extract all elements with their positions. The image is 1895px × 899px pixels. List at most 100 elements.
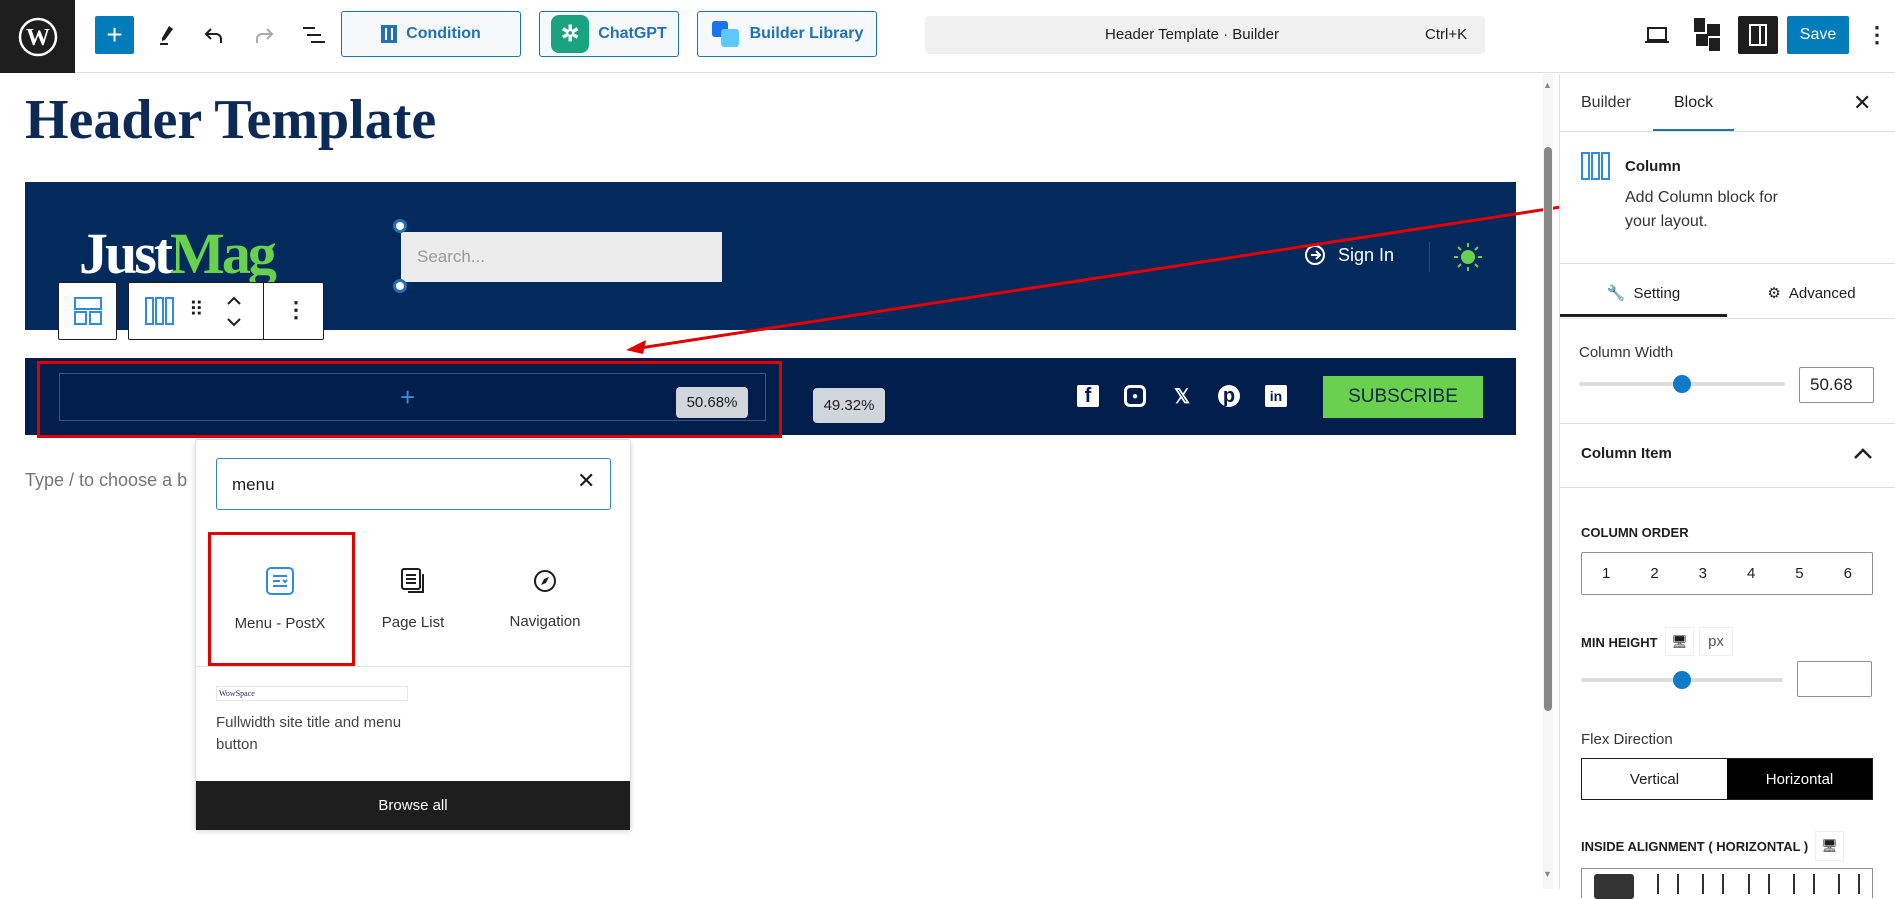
- column-icon[interactable]: [145, 297, 175, 325]
- column-order-option[interactable]: 3: [1699, 565, 1707, 582]
- chevron-up-icon[interactable]: [1853, 446, 1873, 460]
- inserter-item-page-list[interactable]: Page List: [353, 534, 473, 664]
- logo-text-mag: Mag: [170, 221, 277, 286]
- desktop-icon: 🖥: [1671, 633, 1688, 649]
- column-order-option[interactable]: 6: [1844, 565, 1852, 582]
- column-width-badge-2: 49.32%: [813, 388, 885, 423]
- browse-all-button[interactable]: Browse all: [196, 781, 630, 830]
- align-option[interactable]: [1792, 874, 1815, 894]
- redo-button[interactable]: [248, 20, 278, 50]
- min-height-input[interactable]: [1797, 661, 1872, 697]
- scroll-up-icon[interactable]: ▲: [1543, 80, 1552, 90]
- divider: [1560, 423, 1895, 424]
- condition-button[interactable]: Condition: [341, 11, 521, 57]
- condition-label: Condition: [406, 25, 481, 42]
- column-width-input[interactable]: 50.68: [1799, 367, 1874, 403]
- responsive-device-button[interactable]: 🖥: [1665, 627, 1694, 656]
- drag-handle-icon[interactable]: ⠿: [189, 297, 204, 322]
- linkedin-icon[interactable]: in: [1265, 385, 1287, 407]
- flex-horizontal-option[interactable]: Horizontal: [1727, 759, 1872, 799]
- pinterest-icon[interactable]: p: [1218, 385, 1240, 407]
- logo-text-just: Just: [79, 221, 173, 286]
- column-order-option[interactable]: 2: [1650, 565, 1658, 582]
- unit-selector[interactable]: px: [1699, 627, 1733, 656]
- blocks-button[interactable]: [1692, 16, 1724, 54]
- resize-handle-bottom[interactable]: [393, 279, 407, 293]
- close-sidebar-icon[interactable]: ✕: [1853, 90, 1871, 116]
- pencil-icon: [160, 26, 173, 45]
- align-option[interactable]: [1702, 874, 1725, 894]
- tab-advanced[interactable]: ⚙ Advanced: [1727, 272, 1895, 314]
- slider-thumb[interactable]: [1673, 671, 1691, 689]
- column-order-option[interactable]: 1: [1602, 565, 1610, 582]
- divider: [263, 283, 264, 339]
- divider: [1560, 487, 1895, 488]
- sun-icon[interactable]: [1453, 242, 1483, 272]
- parent-block-button[interactable]: [58, 282, 117, 340]
- divider: [1560, 131, 1895, 132]
- undo-button[interactable]: [200, 20, 230, 50]
- command-palette-button[interactable]: Header Template · Builder Ctrl+K: [925, 16, 1485, 54]
- facebook-icon[interactable]: f: [1077, 385, 1099, 407]
- list-view-icon: [303, 27, 325, 43]
- header-search-input[interactable]: Search...: [401, 232, 722, 282]
- settings-sidebar-toggle[interactable]: [1738, 16, 1778, 54]
- block-appender-hint[interactable]: Type / to choose a b: [25, 470, 187, 491]
- column-order-option[interactable]: 5: [1795, 565, 1803, 582]
- column-order-option[interactable]: 4: [1747, 565, 1755, 582]
- save-button[interactable]: Save: [1787, 16, 1849, 54]
- resize-handle-top[interactable]: [393, 219, 407, 233]
- subscribe-button[interactable]: SUBSCRIBE: [1323, 376, 1483, 418]
- flex-vertical-option[interactable]: Vertical: [1582, 759, 1727, 799]
- tools-button[interactable]: [152, 20, 182, 50]
- wrench-icon: 🔧: [1606, 285, 1626, 302]
- scroll-down-icon[interactable]: ▼: [1543, 869, 1552, 879]
- tab-builder[interactable]: Builder: [1581, 94, 1631, 112]
- highlight-box: [37, 361, 782, 438]
- more-options-icon[interactable]: ⋮: [285, 297, 307, 323]
- align-option[interactable]: [1747, 874, 1770, 894]
- document-title: Header Template · Builder: [1105, 26, 1279, 43]
- instagram-icon[interactable]: ●: [1124, 385, 1146, 407]
- inside-alignment-label: INSIDE ALIGNMENT ( HORIZONTAL ): [1581, 839, 1809, 854]
- add-block-button[interactable]: +: [95, 16, 134, 54]
- settings-sidebar: Builder Block ✕ Column Add Column block …: [1559, 74, 1895, 899]
- move-up-down-icon[interactable]: [225, 295, 243, 329]
- divider: [1429, 242, 1430, 272]
- laptop-icon: [1645, 27, 1669, 43]
- x-icon[interactable]: 𝕏: [1171, 385, 1193, 408]
- slider-thumb[interactable]: [1673, 375, 1691, 393]
- list-view-button[interactable]: [299, 20, 329, 50]
- scrollbar-thumb[interactable]: [1544, 147, 1552, 711]
- min-height-label: MIN HEIGHT: [1581, 635, 1658, 650]
- site-logo[interactable]: JustMag: [79, 221, 277, 286]
- builder-library-button[interactable]: Builder Library: [697, 11, 877, 57]
- inserter-item-navigation[interactable]: Navigation: [485, 534, 605, 664]
- svg-text:W: W: [26, 25, 50, 51]
- wordpress-logo-button[interactable]: W: [0, 0, 75, 73]
- align-option[interactable]: [1656, 874, 1679, 894]
- align-start-option[interactable]: [1593, 874, 1634, 899]
- library-icon: [711, 21, 739, 47]
- builder-library-label: Builder Library: [749, 25, 864, 42]
- blocks-icon: [1694, 18, 1720, 51]
- tab-setting[interactable]: 🔧 Setting: [1560, 272, 1727, 314]
- chatgpt-button[interactable]: ✲ ChatGPT: [539, 11, 679, 57]
- sign-in-link[interactable]: Sign In: [1304, 244, 1394, 266]
- preview-device-button[interactable]: [1642, 20, 1672, 50]
- pattern-description[interactable]: Fullwidth site title and menu button: [216, 712, 416, 756]
- layout-icon: [73, 297, 102, 325]
- tab-label: Advanced: [1788, 284, 1856, 302]
- options-button[interactable]: ⋮: [1866, 20, 1888, 50]
- tab-block[interactable]: Block: [1674, 94, 1713, 112]
- column-item-heading[interactable]: Column Item: [1581, 445, 1672, 462]
- chatgpt-icon: ✲: [551, 15, 590, 53]
- responsive-device-button[interactable]: 🖥: [1815, 831, 1844, 861]
- canvas-scrollbar[interactable]: ▲ ▼: [1543, 74, 1553, 889]
- clear-search-icon[interactable]: ✕: [577, 468, 595, 494]
- active-subtab-indicator: [1560, 314, 1727, 317]
- pattern-preview[interactable]: WowSpace: [216, 686, 408, 701]
- chatgpt-label: ChatGPT: [598, 25, 667, 42]
- block-search-input[interactable]: menu: [216, 458, 611, 510]
- align-option[interactable]: [1838, 874, 1861, 894]
